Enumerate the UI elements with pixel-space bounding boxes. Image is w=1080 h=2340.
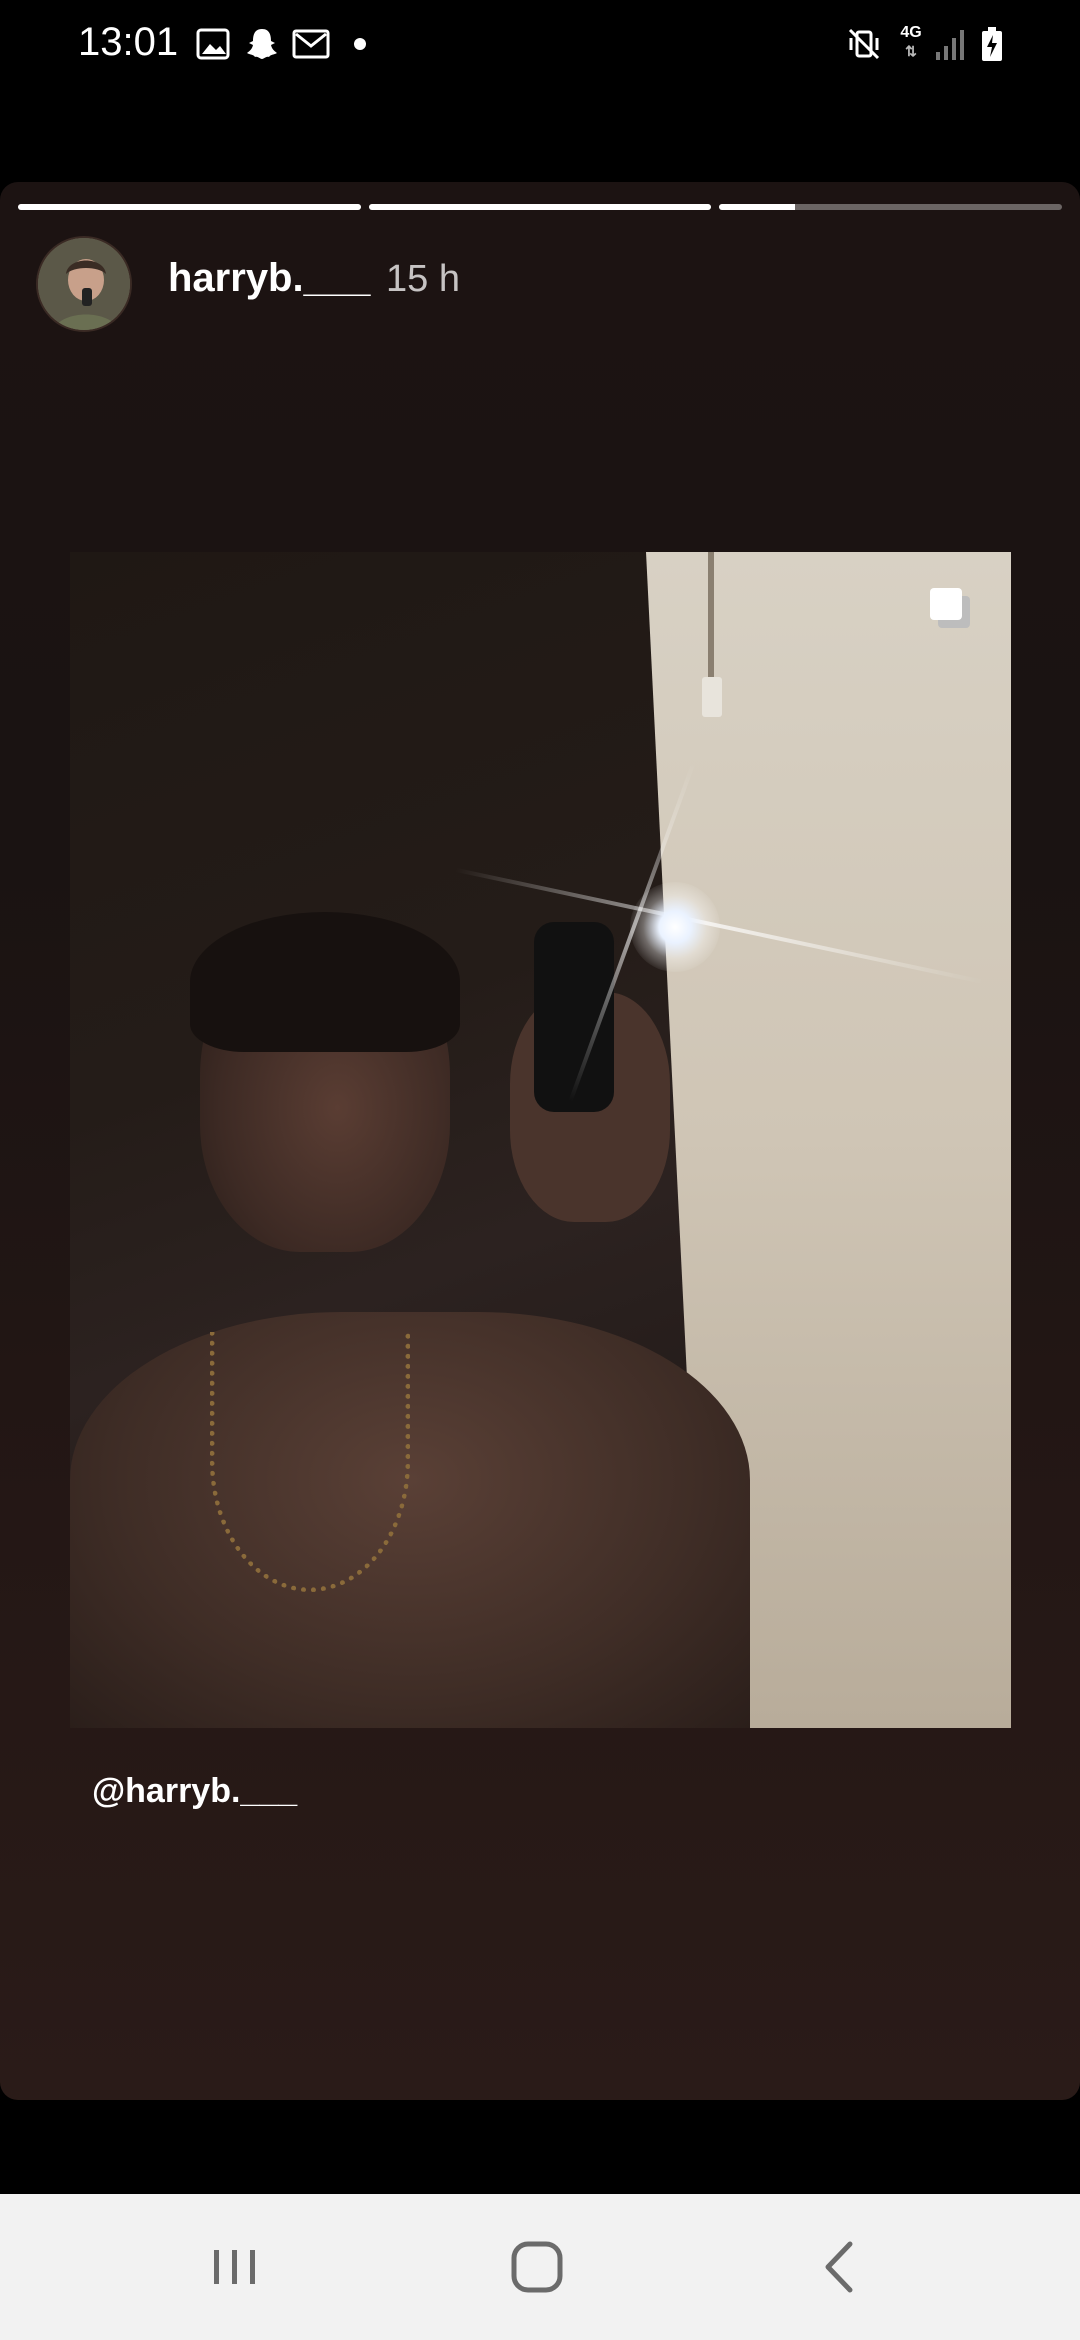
- battery-charging-icon: [982, 27, 1002, 61]
- multiple-posts-icon: [930, 588, 970, 628]
- more-notifications-dot: [354, 38, 366, 50]
- camera-flash: [630, 882, 720, 972]
- data-arrows: ⇅: [905, 43, 917, 59]
- system-navigation-bar: [0, 2194, 1080, 2340]
- mention-sticker[interactable]: @harryb.___: [92, 1772, 297, 1811]
- progress-fill: [719, 204, 795, 210]
- story-username[interactable]: harryb.___: [168, 256, 370, 301]
- avatar-image: [38, 238, 130, 330]
- progress-segment: [719, 204, 1063, 210]
- photo-chain: [210, 1332, 410, 1592]
- recent-apps-icon[interactable]: [200, 2234, 270, 2300]
- progress-segment: [18, 204, 361, 210]
- profile-avatar[interactable]: [36, 236, 132, 332]
- status-time: 13:01: [78, 20, 179, 64]
- home-icon[interactable]: [502, 2234, 572, 2300]
- status-bar: 13:01 4G ⇅: [0, 0, 1080, 92]
- progress-fill: [368, 204, 712, 210]
- snapchat-icon: [247, 29, 277, 59]
- photo-hair: [190, 912, 460, 1052]
- 4g-data-icon: 4G ⇅: [896, 24, 926, 60]
- mute-vibrate-icon: [848, 28, 880, 60]
- back-icon[interactable]: [806, 2234, 876, 2300]
- photo-light-fixture: [702, 677, 722, 717]
- progress-fill: [18, 204, 361, 210]
- network-label: 4G: [900, 24, 922, 41]
- progress-segment: [368, 204, 712, 210]
- story-progress-bar: [18, 204, 1063, 210]
- shared-post-image[interactable]: [70, 552, 1011, 1728]
- gallery-icon: [196, 28, 230, 60]
- photo-body: [70, 1312, 750, 1728]
- story-timestamp: 15 h: [386, 258, 460, 300]
- photo-light-cord: [708, 552, 714, 682]
- signal-icon: [936, 30, 964, 60]
- gmail-icon: [292, 29, 330, 59]
